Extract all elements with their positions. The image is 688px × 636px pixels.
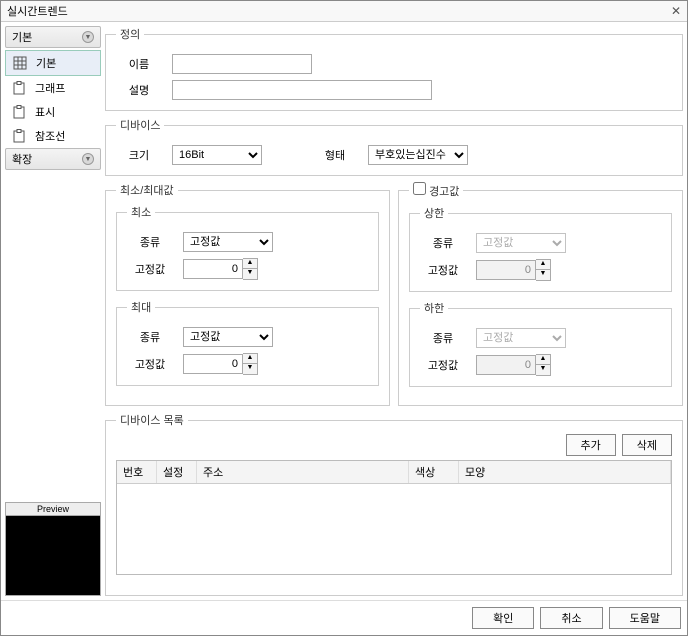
device-table[interactable]: 번호 설정 주소 색상 모양 — [116, 460, 672, 575]
cancel-button[interactable]: 취소 — [540, 607, 602, 629]
min-group: 최소 종류 고정값 고정값 ▲▼ — [116, 204, 379, 291]
size-label: 크기 — [116, 147, 162, 163]
minmax-group: 최소/최대값 최소 종류 고정값 고정값 — [105, 182, 390, 406]
lower-fixed-spinner: ▲▼ — [476, 354, 551, 376]
sidebar-section-basic-label: 기본 — [12, 29, 32, 45]
lower-fixed-input — [476, 355, 536, 375]
name-input[interactable] — [172, 54, 312, 74]
sidebar-section-ext-label: 확장 — [12, 151, 32, 167]
name-label: 이름 — [116, 56, 162, 72]
upper-fixed-label: 고정값 — [420, 262, 466, 278]
upper-group: 상한 종류 고정값 고정값 ▲▼ — [409, 205, 672, 292]
min-kind-label: 종류 — [127, 234, 173, 250]
preview-area — [5, 516, 101, 596]
clipboard-icon — [11, 128, 27, 144]
size-select[interactable]: 16Bit — [172, 145, 262, 165]
sidebar-item-label: 참조선 — [35, 128, 65, 144]
spin-down-icon[interactable]: ▼ — [243, 364, 257, 374]
lower-fixed-label: 고정값 — [420, 357, 466, 373]
max-kind-label: 종류 — [127, 329, 173, 345]
sidebar: 기본 ▼ 기본 그래프 표시 — [5, 26, 101, 596]
spin-down-icon: ▼ — [536, 270, 550, 280]
sidebar-item-basic[interactable]: 기본 — [5, 50, 101, 76]
sidebar-section-basic[interactable]: 기본 ▼ — [5, 26, 101, 48]
help-button[interactable]: 도움말 — [609, 607, 681, 629]
dialog-body: 기본 ▼ 기본 그래프 표시 — [1, 22, 687, 600]
upper-kind-select[interactable]: 고정값 — [476, 233, 566, 253]
preview-panel: Preview — [5, 502, 101, 596]
min-fixed-input[interactable] — [183, 259, 243, 279]
sidebar-item-display[interactable]: 표시 — [5, 100, 101, 124]
type-select[interactable]: 부호있는십진수 — [368, 145, 468, 165]
close-icon[interactable]: ✕ — [671, 4, 681, 18]
upper-legend: 상한 — [420, 205, 448, 221]
window-title: 실시간트렌드 — [7, 3, 68, 19]
lower-kind-select[interactable]: 고정값 — [476, 328, 566, 348]
clipboard-icon — [11, 80, 27, 96]
collapse-icon[interactable]: ▼ — [82, 31, 94, 43]
warn-legend-text: 경고값 — [429, 186, 459, 198]
type-label: 형태 — [312, 147, 358, 163]
preview-label: Preview — [5, 502, 101, 516]
sidebar-item-refline[interactable]: 참조선 — [5, 124, 101, 148]
definition-legend: 정의 — [116, 26, 144, 42]
sidebar-section-ext[interactable]: 확장 ▼ — [5, 148, 101, 170]
lower-group: 하한 종류 고정값 고정값 ▲▼ — [409, 300, 672, 387]
minmax-legend: 최소/최대값 — [116, 182, 178, 198]
col-shape: 모양 — [459, 461, 671, 483]
warn-group: 경고값 상한 종류 고정값 고정값 — [398, 182, 683, 406]
sidebar-item-label: 기본 — [36, 55, 56, 71]
device-legend: 디바이스 — [116, 117, 164, 133]
warn-checkbox[interactable] — [413, 182, 426, 195]
upper-kind-label: 종류 — [420, 235, 466, 251]
col-number: 번호 — [117, 461, 157, 483]
dialog-window: 실시간트렌드 ✕ 기본 ▼ 기본 그래프 — [0, 0, 688, 636]
upper-fixed-spinner: ▲▼ — [476, 259, 551, 281]
delete-button[interactable]: 삭제 — [622, 434, 672, 456]
spin-up-icon[interactable]: ▲ — [243, 354, 257, 364]
desc-label: 설명 — [116, 82, 162, 98]
warn-legend: 경고값 — [409, 182, 463, 199]
sidebar-item-label: 그래프 — [35, 80, 65, 96]
devicelist-group: 디바이스 목록 추가 삭제 번호 설정 주소 색상 모양 — [105, 412, 683, 596]
definition-group: 정의 이름 설명 — [105, 26, 683, 111]
spin-up-icon: ▲ — [536, 260, 550, 270]
max-kind-select[interactable]: 고정값 — [183, 327, 273, 347]
col-setting: 설정 — [157, 461, 197, 483]
devicelist-legend: 디바이스 목록 — [116, 412, 188, 428]
max-fixed-spinner[interactable]: ▲▼ — [183, 353, 258, 375]
max-fixed-input[interactable] — [183, 354, 243, 374]
main-panel: 정의 이름 설명 디바이스 크기 16Bit 형태 — [105, 26, 683, 596]
device-group: 디바이스 크기 16Bit 형태 부호있는십진수 — [105, 117, 683, 176]
desc-input[interactable] — [172, 80, 432, 100]
min-fixed-spinner[interactable]: ▲▼ — [183, 258, 258, 280]
lower-legend: 하한 — [420, 300, 448, 316]
spin-up-icon: ▲ — [536, 355, 550, 365]
ok-button[interactable]: 확인 — [472, 607, 534, 629]
upper-fixed-input — [476, 260, 536, 280]
clipboard-icon — [11, 104, 27, 120]
collapse-icon[interactable]: ▼ — [82, 153, 94, 165]
col-color: 색상 — [409, 461, 459, 483]
sidebar-item-graph[interactable]: 그래프 — [5, 76, 101, 100]
spin-down-icon[interactable]: ▼ — [243, 269, 257, 279]
max-group: 최대 종류 고정값 고정값 ▲▼ — [116, 299, 379, 386]
dialog-footer: 확인 취소 도움말 — [1, 600, 687, 635]
max-legend: 최대 — [127, 299, 155, 315]
table-header: 번호 설정 주소 색상 모양 — [117, 461, 671, 484]
sidebar-item-label: 표시 — [35, 104, 55, 120]
max-fixed-label: 고정값 — [127, 356, 173, 372]
min-fixed-label: 고정값 — [127, 261, 173, 277]
titlebar: 실시간트렌드 ✕ — [1, 1, 687, 22]
minmax-warn-row: 최소/최대값 최소 종류 고정값 고정값 — [105, 182, 683, 406]
col-address: 주소 — [197, 461, 409, 483]
min-legend: 최소 — [127, 204, 155, 220]
min-kind-select[interactable]: 고정값 — [183, 232, 273, 252]
spin-down-icon: ▼ — [536, 365, 550, 375]
add-button[interactable]: 추가 — [566, 434, 616, 456]
lower-kind-label: 종류 — [420, 330, 466, 346]
grid-icon — [12, 55, 28, 71]
spin-up-icon[interactable]: ▲ — [243, 259, 257, 269]
